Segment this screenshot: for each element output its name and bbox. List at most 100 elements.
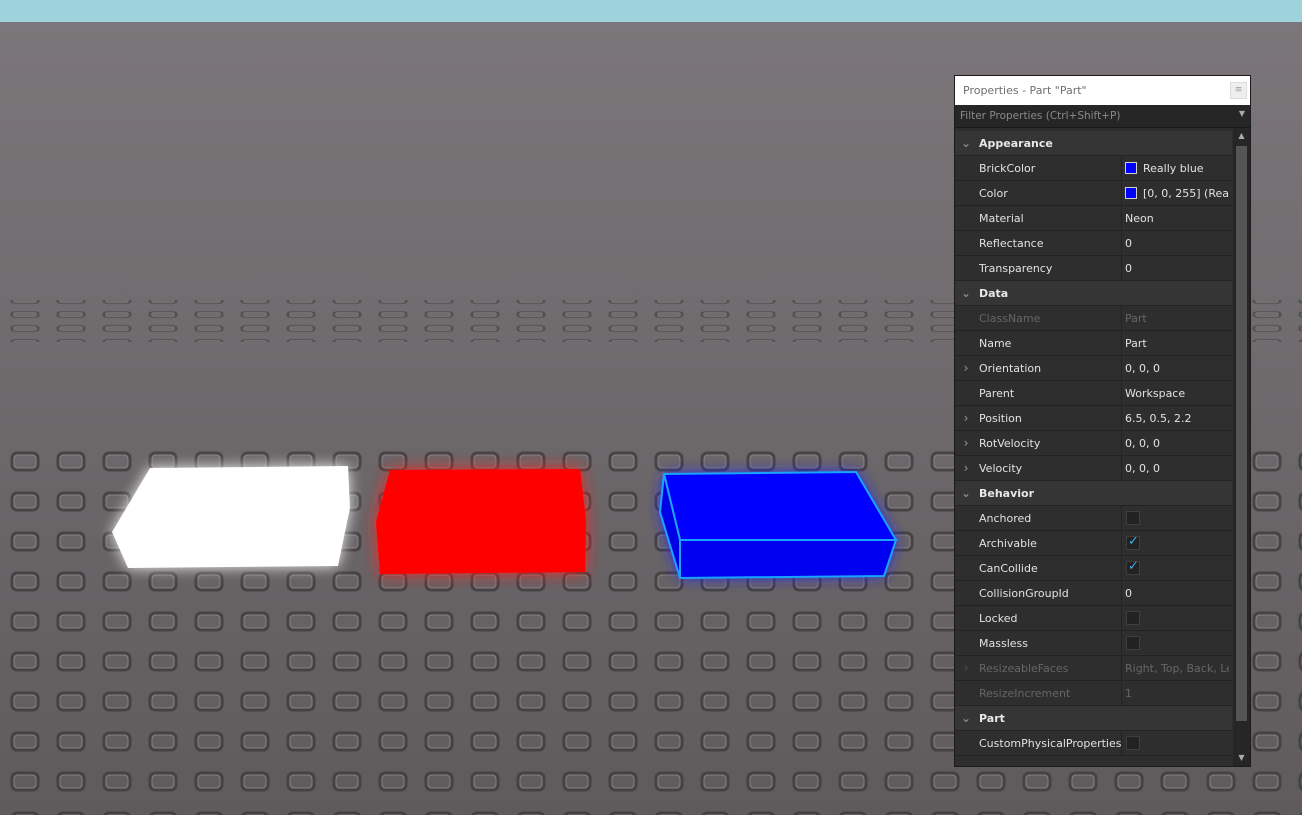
- customphysicalproperties-checkbox[interactable]: [1126, 736, 1140, 750]
- property-value[interactable]: Really blue: [1143, 162, 1229, 175]
- property-row-classname[interactable]: ClassName Part: [955, 306, 1232, 331]
- property-row-resizeablefaces[interactable]: › ResizeableFaces Right, Top, Back, Left…: [955, 656, 1232, 681]
- scroll-up-arrow-icon[interactable]: ▲: [1233, 128, 1250, 144]
- property-name: Anchored: [979, 512, 1032, 525]
- property-value[interactable]: 0: [1125, 262, 1229, 275]
- filter-dropdown-icon[interactable]: ▼: [1239, 109, 1245, 118]
- property-row-resizeincrement[interactable]: ResizeIncrement 1: [955, 681, 1232, 706]
- property-name: CustomPhysicalProperties: [979, 737, 1122, 750]
- property-row-customphysicalproperties[interactable]: CustomPhysicalProperties: [955, 731, 1232, 756]
- checkmark-icon: ✓: [1128, 559, 1139, 574]
- property-row-anchored[interactable]: Anchored: [955, 506, 1232, 531]
- column-divider: [1121, 456, 1122, 480]
- property-row-parent[interactable]: Parent Workspace: [955, 381, 1232, 406]
- column-divider: [1121, 731, 1122, 755]
- column-divider: [1121, 231, 1122, 255]
- category-behavior[interactable]: ⌄ Behavior: [955, 481, 1232, 506]
- archivable-checkbox[interactable]: ✓: [1126, 534, 1140, 550]
- white-neon-part[interactable]: [112, 466, 350, 568]
- category-part[interactable]: ⌄ Part: [955, 706, 1232, 731]
- property-value[interactable]: Neon: [1125, 212, 1229, 225]
- property-value[interactable]: 6.5, 0.5, 2.2: [1125, 412, 1229, 425]
- scrollbar-thumb[interactable]: [1236, 146, 1247, 721]
- property-value[interactable]: 0, 0, 0: [1125, 462, 1229, 475]
- chevron-right-icon[interactable]: ›: [960, 656, 972, 680]
- property-row-reflectance[interactable]: Reflectance 0: [955, 231, 1232, 256]
- chevron-down-icon[interactable]: ⌄: [960, 281, 972, 305]
- property-name: Position: [979, 412, 1022, 425]
- property-value[interactable]: Workspace: [1125, 387, 1229, 400]
- property-value[interactable]: 0, 0, 0: [1125, 437, 1229, 450]
- property-value[interactable]: Part: [1125, 337, 1229, 350]
- column-divider: [1121, 206, 1122, 230]
- property-value[interactable]: 0: [1125, 587, 1229, 600]
- chevron-right-icon[interactable]: ›: [960, 356, 972, 380]
- property-row-archivable[interactable]: Archivable ✓: [955, 531, 1232, 556]
- massless-checkbox[interactable]: [1126, 636, 1140, 650]
- chevron-down-icon[interactable]: ⌄: [960, 131, 972, 155]
- properties-scrollbar[interactable]: ▲ ▼: [1233, 128, 1250, 766]
- scroll-down-arrow-icon[interactable]: ▼: [1233, 750, 1250, 766]
- column-divider: [1121, 256, 1122, 280]
- color-swatch[interactable]: [1125, 187, 1137, 199]
- property-row-cancollide[interactable]: CanCollide ✓: [955, 556, 1232, 581]
- category-appearance[interactable]: ⌄ Appearance: [955, 131, 1232, 156]
- property-name: ClassName: [979, 312, 1041, 325]
- column-divider: [1121, 406, 1122, 430]
- property-value: 1: [1125, 687, 1132, 700]
- property-value: Right, Top, Back, Left, Bottom, Front: [1125, 662, 1229, 675]
- column-divider: [1121, 656, 1122, 680]
- property-value[interactable]: 0, 0, 0: [1125, 362, 1229, 375]
- property-name: CollisionGroupId: [979, 587, 1069, 600]
- blue-neon-part[interactable]: [658, 470, 898, 580]
- property-name: Orientation: [979, 362, 1042, 375]
- anchored-checkbox[interactable]: [1126, 511, 1140, 525]
- property-row-material[interactable]: Material Neon: [955, 206, 1232, 231]
- category-label: Data: [979, 287, 1009, 300]
- properties-panel: Properties - Part "Part" ≡ Filter Proper…: [954, 75, 1251, 767]
- property-name: RotVelocity: [979, 437, 1041, 450]
- property-row-locked[interactable]: Locked: [955, 606, 1232, 631]
- property-row-color[interactable]: Color [0, 0, 255] (Really blue): [955, 181, 1232, 206]
- color-swatch[interactable]: [1125, 162, 1137, 174]
- chevron-down-icon[interactable]: ⌄: [960, 706, 972, 730]
- properties-list: ⌄ Appearance BrickColor Really blue Colo…: [955, 131, 1232, 766]
- panel-menu-icon[interactable]: ≡: [1230, 82, 1247, 99]
- property-row-collisiongroupid[interactable]: CollisionGroupId 0: [955, 581, 1232, 606]
- property-row-rotvelocity[interactable]: › RotVelocity 0, 0, 0: [955, 431, 1232, 456]
- locked-checkbox[interactable]: [1126, 611, 1140, 625]
- property-row-name[interactable]: Name Part: [955, 331, 1232, 356]
- cancollide-checkbox[interactable]: ✓: [1126, 559, 1140, 575]
- property-name: Reflectance: [979, 237, 1044, 250]
- property-name: Transparency: [979, 262, 1053, 275]
- property-name: ResizeableFaces: [979, 662, 1069, 675]
- property-value[interactable]: [0, 0, 255] (Really blue): [1143, 187, 1229, 200]
- properties-titlebar[interactable]: Properties - Part "Part" ≡: [955, 76, 1250, 105]
- category-data[interactable]: ⌄ Data: [955, 281, 1232, 306]
- property-row-massless[interactable]: Massless: [955, 631, 1232, 656]
- column-divider: [1121, 531, 1122, 555]
- property-name: ResizeIncrement: [979, 687, 1071, 700]
- filter-properties-input[interactable]: Filter Properties (Ctrl+Shift+P) ▼: [955, 105, 1250, 128]
- chevron-right-icon[interactable]: ›: [960, 406, 972, 430]
- property-row-position[interactable]: › Position 6.5, 0.5, 2.2: [955, 406, 1232, 431]
- chevron-right-icon[interactable]: ›: [960, 456, 972, 480]
- column-divider: [1121, 181, 1122, 205]
- property-row-orientation[interactable]: › Orientation 0, 0, 0: [955, 356, 1232, 381]
- sky: [0, 0, 1302, 24]
- property-value[interactable]: 0: [1125, 237, 1229, 250]
- property-row-velocity[interactable]: › Velocity 0, 0, 0: [955, 456, 1232, 481]
- property-name: Material: [979, 212, 1024, 225]
- category-label: Behavior: [979, 487, 1035, 500]
- property-row-transparency[interactable]: Transparency 0: [955, 256, 1232, 281]
- property-name: Velocity: [979, 462, 1023, 475]
- property-name: CanCollide: [979, 562, 1038, 575]
- panel-title: Properties - Part "Part": [963, 84, 1087, 97]
- property-row-brickcolor[interactable]: BrickColor Really blue: [955, 156, 1232, 181]
- red-neon-part[interactable]: [376, 469, 586, 574]
- column-divider: [1121, 556, 1122, 580]
- chevron-right-icon[interactable]: ›: [960, 431, 972, 455]
- chevron-down-icon[interactable]: ⌄: [960, 481, 972, 505]
- filter-placeholder: Filter Properties (Ctrl+Shift+P): [960, 110, 1121, 122]
- property-name: Locked: [979, 612, 1018, 625]
